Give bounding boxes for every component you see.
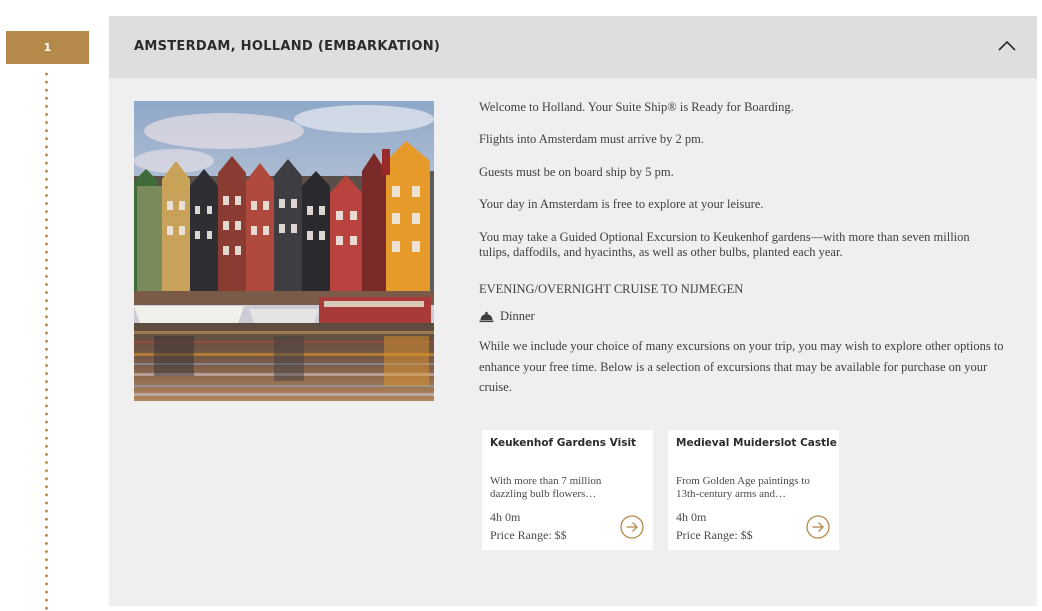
- excursion-description: With more than 7 million dazzling bulb f…: [490, 475, 602, 500]
- excursion-description: From Golden Age paintings to 13th-centur…: [676, 475, 810, 500]
- description-paragraph: You may take a Guided Optional Excursion…: [479, 230, 970, 259]
- day-number-badge[interactable]: 1: [6, 31, 89, 64]
- arrow-right-circle-icon: [806, 515, 830, 539]
- amsterdam-canal-photo: [134, 101, 434, 401]
- cloche-icon: [479, 311, 494, 322]
- excursion-details-button[interactable]: [806, 515, 830, 539]
- evening-cruise-label: EVENING/OVERNIGHT CRUISE TO NIJMEGEN: [479, 282, 744, 296]
- description-paragraph: Your day in Amsterdam is free to explore…: [479, 197, 764, 211]
- excursion-card[interactable]: Medieval Muiderslot Castle From Golden A…: [668, 430, 839, 550]
- description-paragraph: Flights into Amsterdam must arrive by 2 …: [479, 132, 704, 146]
- description-paragraph: Welcome to Holland. Your Suite Ship® is …: [479, 100, 794, 114]
- chevron-up-icon: [998, 40, 1016, 51]
- excursion-price: Price Range: $$: [676, 528, 753, 542]
- excursion-duration: 4h 0m: [490, 510, 521, 524]
- day-header[interactable]: AMSTERDAM, HOLLAND (EMBARKATION): [109, 16, 1037, 78]
- excursion-intro: While we include your choice of many exc…: [479, 339, 1004, 394]
- day-card: AMSTERDAM, HOLLAND (EMBARKATION) Welcome…: [109, 16, 1037, 606]
- collapse-button[interactable]: [996, 37, 1018, 55]
- meal-label: Dinner: [500, 309, 535, 323]
- timeline-dotted-line: [45, 70, 48, 611]
- meal-row: Dinner: [479, 309, 535, 324]
- excursion-card[interactable]: Keukenhof Gardens Visit With more than 7…: [482, 430, 653, 550]
- excursion-duration: 4h 0m: [676, 510, 707, 524]
- excursion-details-button[interactable]: [620, 515, 644, 539]
- excursion-title[interactable]: Medieval Muiderslot Castle: [676, 437, 837, 449]
- day-number: 1: [43, 41, 52, 54]
- description-paragraph: Guests must be on board ship by 5 pm.: [479, 165, 674, 179]
- excursion-price: Price Range: $$: [490, 528, 567, 542]
- day-title: AMSTERDAM, HOLLAND (EMBARKATION): [134, 39, 441, 54]
- arrow-right-circle-icon: [620, 515, 644, 539]
- excursion-title[interactable]: Keukenhof Gardens Visit: [490, 437, 650, 449]
